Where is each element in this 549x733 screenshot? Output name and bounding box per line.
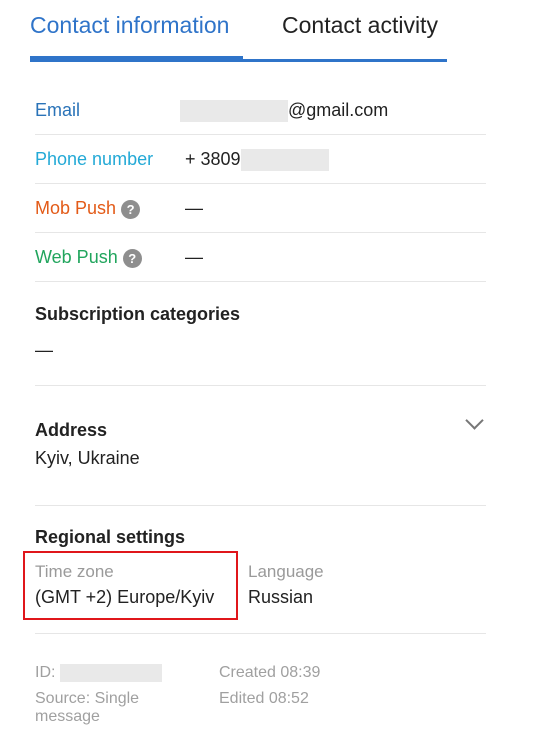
tab-contact-activity[interactable]: Contact activity: [282, 12, 438, 39]
address-title: Address: [35, 420, 108, 440]
redacted-block: [240, 149, 329, 172]
redacted-block: [180, 100, 288, 123]
created-time: Created 08:39: [219, 664, 321, 681]
address-value: Kyiv, Ukraine: [35, 448, 140, 468]
timezone-value[interactable]: (GMT +2) Europe/Kyiv: [35, 587, 214, 608]
language-value[interactable]: Russian: [248, 587, 313, 608]
active-tab-indicator: [30, 56, 243, 61]
chevron-down-icon[interactable]: [465, 411, 484, 430]
contact-id: ID:: [35, 664, 162, 682]
web-push-label-text: Web Push: [35, 247, 118, 267]
mob-push-row: Mob Push? —: [35, 184, 486, 233]
help-icon[interactable]: ?: [122, 248, 142, 268]
id-label: ID:: [35, 664, 56, 682]
divider: [35, 505, 486, 506]
web-push-label: Web Push?: [35, 247, 142, 268]
email-domain: @gmail.com: [288, 100, 389, 120]
timezone-label: Time zone: [35, 562, 114, 581]
mob-push-label: Mob Push?: [35, 198, 141, 219]
language-label: Language: [248, 562, 324, 581]
web-push-value: —: [185, 247, 203, 267]
divider: [35, 633, 486, 634]
phone-row: Phone number + 3809: [35, 135, 486, 184]
divider: [35, 385, 486, 386]
source-line-2: message: [35, 708, 100, 725]
source-line-1: Source: Single: [35, 690, 140, 707]
source-info: Source: Single message: [35, 690, 139, 726]
tab-contact-information[interactable]: Contact information: [30, 12, 229, 39]
help-icon[interactable]: ?: [121, 199, 141, 219]
subscription-value: —: [35, 340, 53, 360]
phone-value[interactable]: + 3809: [185, 149, 329, 172]
tab-bar: Contact information Contact activity: [30, 0, 447, 62]
email-row: Email @gmail.com: [35, 86, 486, 135]
edited-time: Edited 08:52: [219, 690, 309, 707]
subscription-title: Subscription categories: [35, 304, 241, 324]
mob-push-value: —: [185, 198, 203, 218]
email-value[interactable]: @gmail.com: [180, 100, 389, 123]
web-push-row: Web Push? —: [35, 233, 486, 282]
regional-settings-title: Regional settings: [35, 527, 186, 547]
mob-push-label-text: Mob Push: [35, 198, 117, 218]
phone-prefix: + 3809: [185, 149, 241, 169]
redacted-block: [59, 664, 162, 682]
phone-label: Phone number: [35, 149, 154, 169]
email-label: Email: [35, 100, 81, 120]
